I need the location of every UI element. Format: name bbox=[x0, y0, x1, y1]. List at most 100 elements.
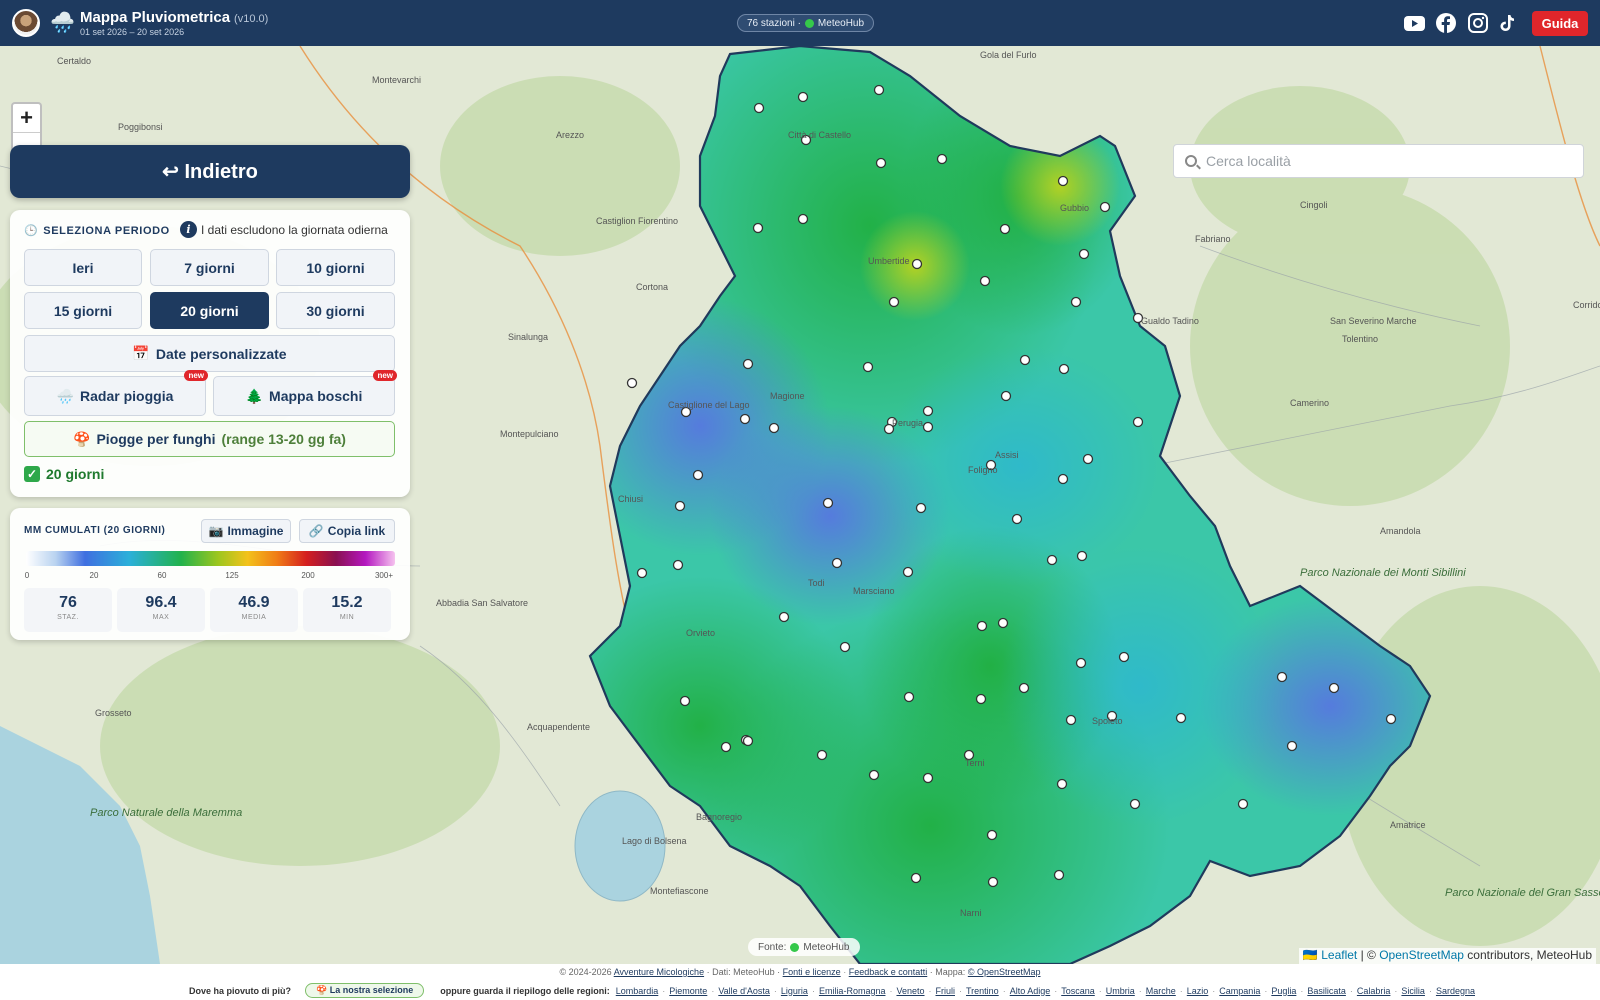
station-marker[interactable] bbox=[1075, 657, 1087, 669]
station-marker[interactable] bbox=[902, 566, 914, 578]
station-marker[interactable] bbox=[915, 502, 927, 514]
station-marker[interactable] bbox=[692, 469, 704, 481]
station-marker[interactable] bbox=[1129, 798, 1141, 810]
station-marker[interactable] bbox=[1057, 175, 1069, 187]
station-marker[interactable] bbox=[1286, 740, 1298, 752]
station-marker[interactable] bbox=[679, 695, 691, 707]
region-link[interactable]: Friuli bbox=[936, 986, 956, 996]
zoom-in-button[interactable]: + bbox=[13, 104, 40, 133]
region-link[interactable]: Marche bbox=[1146, 986, 1176, 996]
station-marker[interactable] bbox=[1118, 651, 1130, 663]
region-link[interactable]: Liguria bbox=[781, 986, 808, 996]
station-marker[interactable] bbox=[875, 157, 887, 169]
station-marker[interactable] bbox=[816, 749, 828, 761]
region-link[interactable]: Alto Adige bbox=[1010, 986, 1051, 996]
station-marker[interactable] bbox=[753, 102, 765, 114]
feedback-link[interactable]: Feedback e contatti bbox=[849, 967, 928, 977]
selection-button[interactable]: 🍄 La nostra selezione bbox=[305, 983, 425, 998]
station-marker[interactable] bbox=[1065, 714, 1077, 726]
youtube-icon[interactable] bbox=[1403, 12, 1425, 34]
station-marker[interactable] bbox=[922, 772, 934, 784]
period-7-button[interactable]: 7 giorni bbox=[150, 249, 269, 286]
station-marker[interactable] bbox=[873, 84, 885, 96]
station-marker[interactable] bbox=[768, 422, 780, 434]
station-marker[interactable] bbox=[1132, 416, 1144, 428]
region-link[interactable]: Campania bbox=[1219, 986, 1260, 996]
licenses-link[interactable]: Fonti e licenze bbox=[783, 967, 841, 977]
region-link[interactable]: Toscana bbox=[1061, 986, 1095, 996]
station-marker[interactable] bbox=[862, 361, 874, 373]
station-marker[interactable] bbox=[1328, 682, 1340, 694]
station-marker[interactable] bbox=[976, 620, 988, 632]
footer-osm-link[interactable]: © OpenStreetMap bbox=[968, 967, 1041, 977]
station-marker[interactable] bbox=[979, 275, 991, 287]
station-marker[interactable] bbox=[1058, 363, 1070, 375]
station-marker[interactable] bbox=[1070, 296, 1082, 308]
region-link[interactable]: Veneto bbox=[896, 986, 924, 996]
station-marker[interactable] bbox=[674, 500, 686, 512]
leaflet-link[interactable]: Leaflet bbox=[1321, 948, 1357, 962]
region-link[interactable]: Sicilia bbox=[1401, 986, 1425, 996]
station-marker[interactable] bbox=[839, 641, 851, 653]
station-marker[interactable] bbox=[936, 153, 948, 165]
copy-link-button[interactable]: 🔗 Copia link bbox=[299, 519, 395, 543]
station-marker[interactable] bbox=[831, 557, 843, 569]
osm-link[interactable]: OpenStreetMap bbox=[1379, 948, 1464, 962]
station-marker[interactable] bbox=[636, 567, 648, 579]
station-marker[interactable] bbox=[975, 693, 987, 705]
station-marker[interactable] bbox=[987, 876, 999, 888]
station-marker[interactable] bbox=[888, 296, 900, 308]
station-marker[interactable] bbox=[742, 358, 754, 370]
period-ieri-button[interactable]: Ieri bbox=[24, 249, 142, 286]
station-marker[interactable] bbox=[1082, 453, 1094, 465]
station-marker[interactable] bbox=[1078, 248, 1090, 260]
region-link[interactable]: Lazio bbox=[1187, 986, 1209, 996]
station-marker[interactable] bbox=[1018, 682, 1030, 694]
site-link[interactable]: Avventure Micologiche bbox=[614, 967, 704, 977]
period-20-button[interactable]: 20 giorni bbox=[150, 292, 269, 329]
fungi-rain-button[interactable]: 🍄 Piogge per funghi (range 13-20 gg fa) bbox=[24, 421, 395, 457]
station-marker[interactable] bbox=[1053, 869, 1065, 881]
station-marker[interactable] bbox=[986, 829, 998, 841]
tiktok-icon[interactable] bbox=[1496, 12, 1518, 34]
station-marker[interactable] bbox=[797, 213, 809, 225]
info-icon[interactable]: i bbox=[180, 221, 197, 238]
region-link[interactable]: Lombardia bbox=[616, 986, 659, 996]
station-marker[interactable] bbox=[1276, 671, 1288, 683]
image-button[interactable]: 📷 Immagine bbox=[201, 519, 291, 543]
station-marker[interactable] bbox=[868, 769, 880, 781]
station-marker[interactable] bbox=[1011, 513, 1023, 525]
station-marker[interactable] bbox=[1175, 712, 1187, 724]
instagram-icon[interactable] bbox=[1467, 12, 1489, 34]
station-marker[interactable] bbox=[1385, 713, 1397, 725]
station-marker[interactable] bbox=[1076, 550, 1088, 562]
station-marker[interactable] bbox=[742, 735, 754, 747]
station-marker[interactable] bbox=[1019, 354, 1031, 366]
region-link[interactable]: Calabria bbox=[1357, 986, 1391, 996]
station-marker[interactable] bbox=[752, 222, 764, 234]
region-link[interactable]: Emilia-Romagna bbox=[819, 986, 886, 996]
station-marker[interactable] bbox=[911, 258, 923, 270]
region-link[interactable]: Trentino bbox=[966, 986, 999, 996]
station-marker[interactable] bbox=[903, 691, 915, 703]
station-marker[interactable] bbox=[1237, 798, 1249, 810]
region-link[interactable]: Puglia bbox=[1271, 986, 1296, 996]
station-marker[interactable] bbox=[922, 421, 934, 433]
station-marker[interactable] bbox=[1000, 390, 1012, 402]
station-marker[interactable] bbox=[720, 741, 732, 753]
station-marker[interactable] bbox=[999, 223, 1011, 235]
region-link[interactable]: Basilicata bbox=[1307, 986, 1346, 996]
station-marker[interactable] bbox=[997, 617, 1009, 629]
station-marker[interactable] bbox=[778, 611, 790, 623]
station-marker[interactable] bbox=[910, 872, 922, 884]
station-marker[interactable] bbox=[1046, 554, 1058, 566]
station-marker[interactable] bbox=[1099, 201, 1111, 213]
station-marker[interactable] bbox=[922, 405, 934, 417]
period-30-button[interactable]: 30 giorni bbox=[276, 292, 395, 329]
region-link[interactable]: Sardegna bbox=[1436, 986, 1475, 996]
guide-button[interactable]: Guida bbox=[1532, 11, 1588, 36]
region-link[interactable]: Umbria bbox=[1106, 986, 1135, 996]
woods-button[interactable]: 🌲 Mappa boschi new bbox=[213, 370, 397, 416]
station-marker[interactable] bbox=[797, 91, 809, 103]
facebook-icon[interactable] bbox=[1435, 12, 1457, 34]
